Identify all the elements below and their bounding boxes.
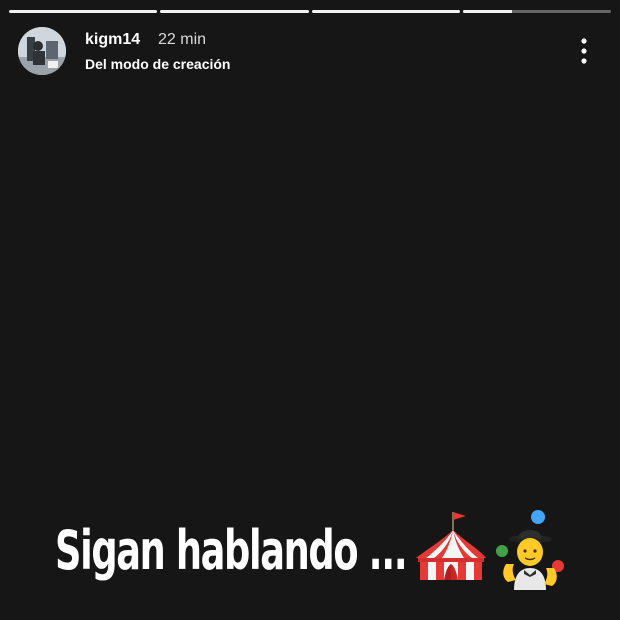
profile-photo-icon (18, 27, 66, 75)
progress-segment (462, 10, 611, 13)
caption-text: Sigan hablando ... (55, 518, 408, 582)
progress-segment (9, 10, 158, 13)
more-vertical-icon (581, 38, 587, 64)
person-juggling-icon (494, 508, 568, 590)
username[interactable]: kigm14 (85, 31, 140, 49)
circus-tent-icon (412, 508, 490, 586)
story-viewer[interactable]: kigm14 22 min Del modo de creación Sigan… (0, 0, 620, 620)
story-subtitle: Del modo de creación (85, 56, 231, 72)
avatar[interactable] (18, 27, 66, 75)
progress-fill (311, 10, 460, 13)
post-time: 22 min (158, 31, 207, 48)
progress-fill (462, 10, 512, 13)
progress-segment (311, 10, 460, 13)
progress-fill (9, 10, 158, 13)
story-progress-bar (9, 10, 611, 13)
more-options-button[interactable] (572, 36, 596, 66)
progress-fill (160, 10, 309, 13)
progress-segment (160, 10, 309, 13)
